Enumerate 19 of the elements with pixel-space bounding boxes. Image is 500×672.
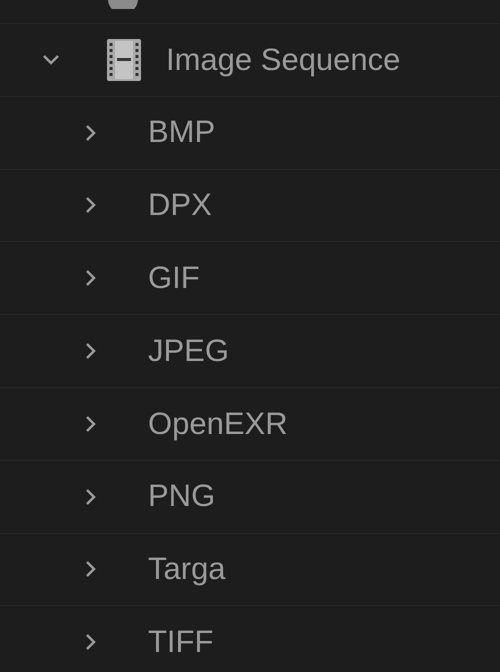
tree-label: DPX [148,186,212,224]
tree-label: JPEG [148,332,229,370]
tree-row[interactable]: BMP [0,96,500,170]
tree-label: Image Sequence [166,40,400,79]
tree-row[interactable]: JPEG [0,315,500,388]
tree-row[interactable]: Image Sequence [0,24,500,97]
tree-row[interactable]: GIF [0,242,500,316]
tree-row[interactable]: DPX [0,170,500,242]
tree-label: GIF [148,259,200,298]
tree-label: Targa [148,550,226,588]
tree-label: PNG [148,477,216,516]
tree-label: OpenEXR [148,404,288,443]
film-strip-icon [106,38,142,82]
tree-row[interactable]: TIFF [0,606,500,672]
tree-row[interactable]: PNG [0,460,500,534]
tree-row[interactable]: Targa [0,534,500,606]
tree-label: TIFF [148,623,214,662]
tree-row[interactable]: OpenEXR [0,388,500,461]
tree-label: BMP [148,113,216,152]
